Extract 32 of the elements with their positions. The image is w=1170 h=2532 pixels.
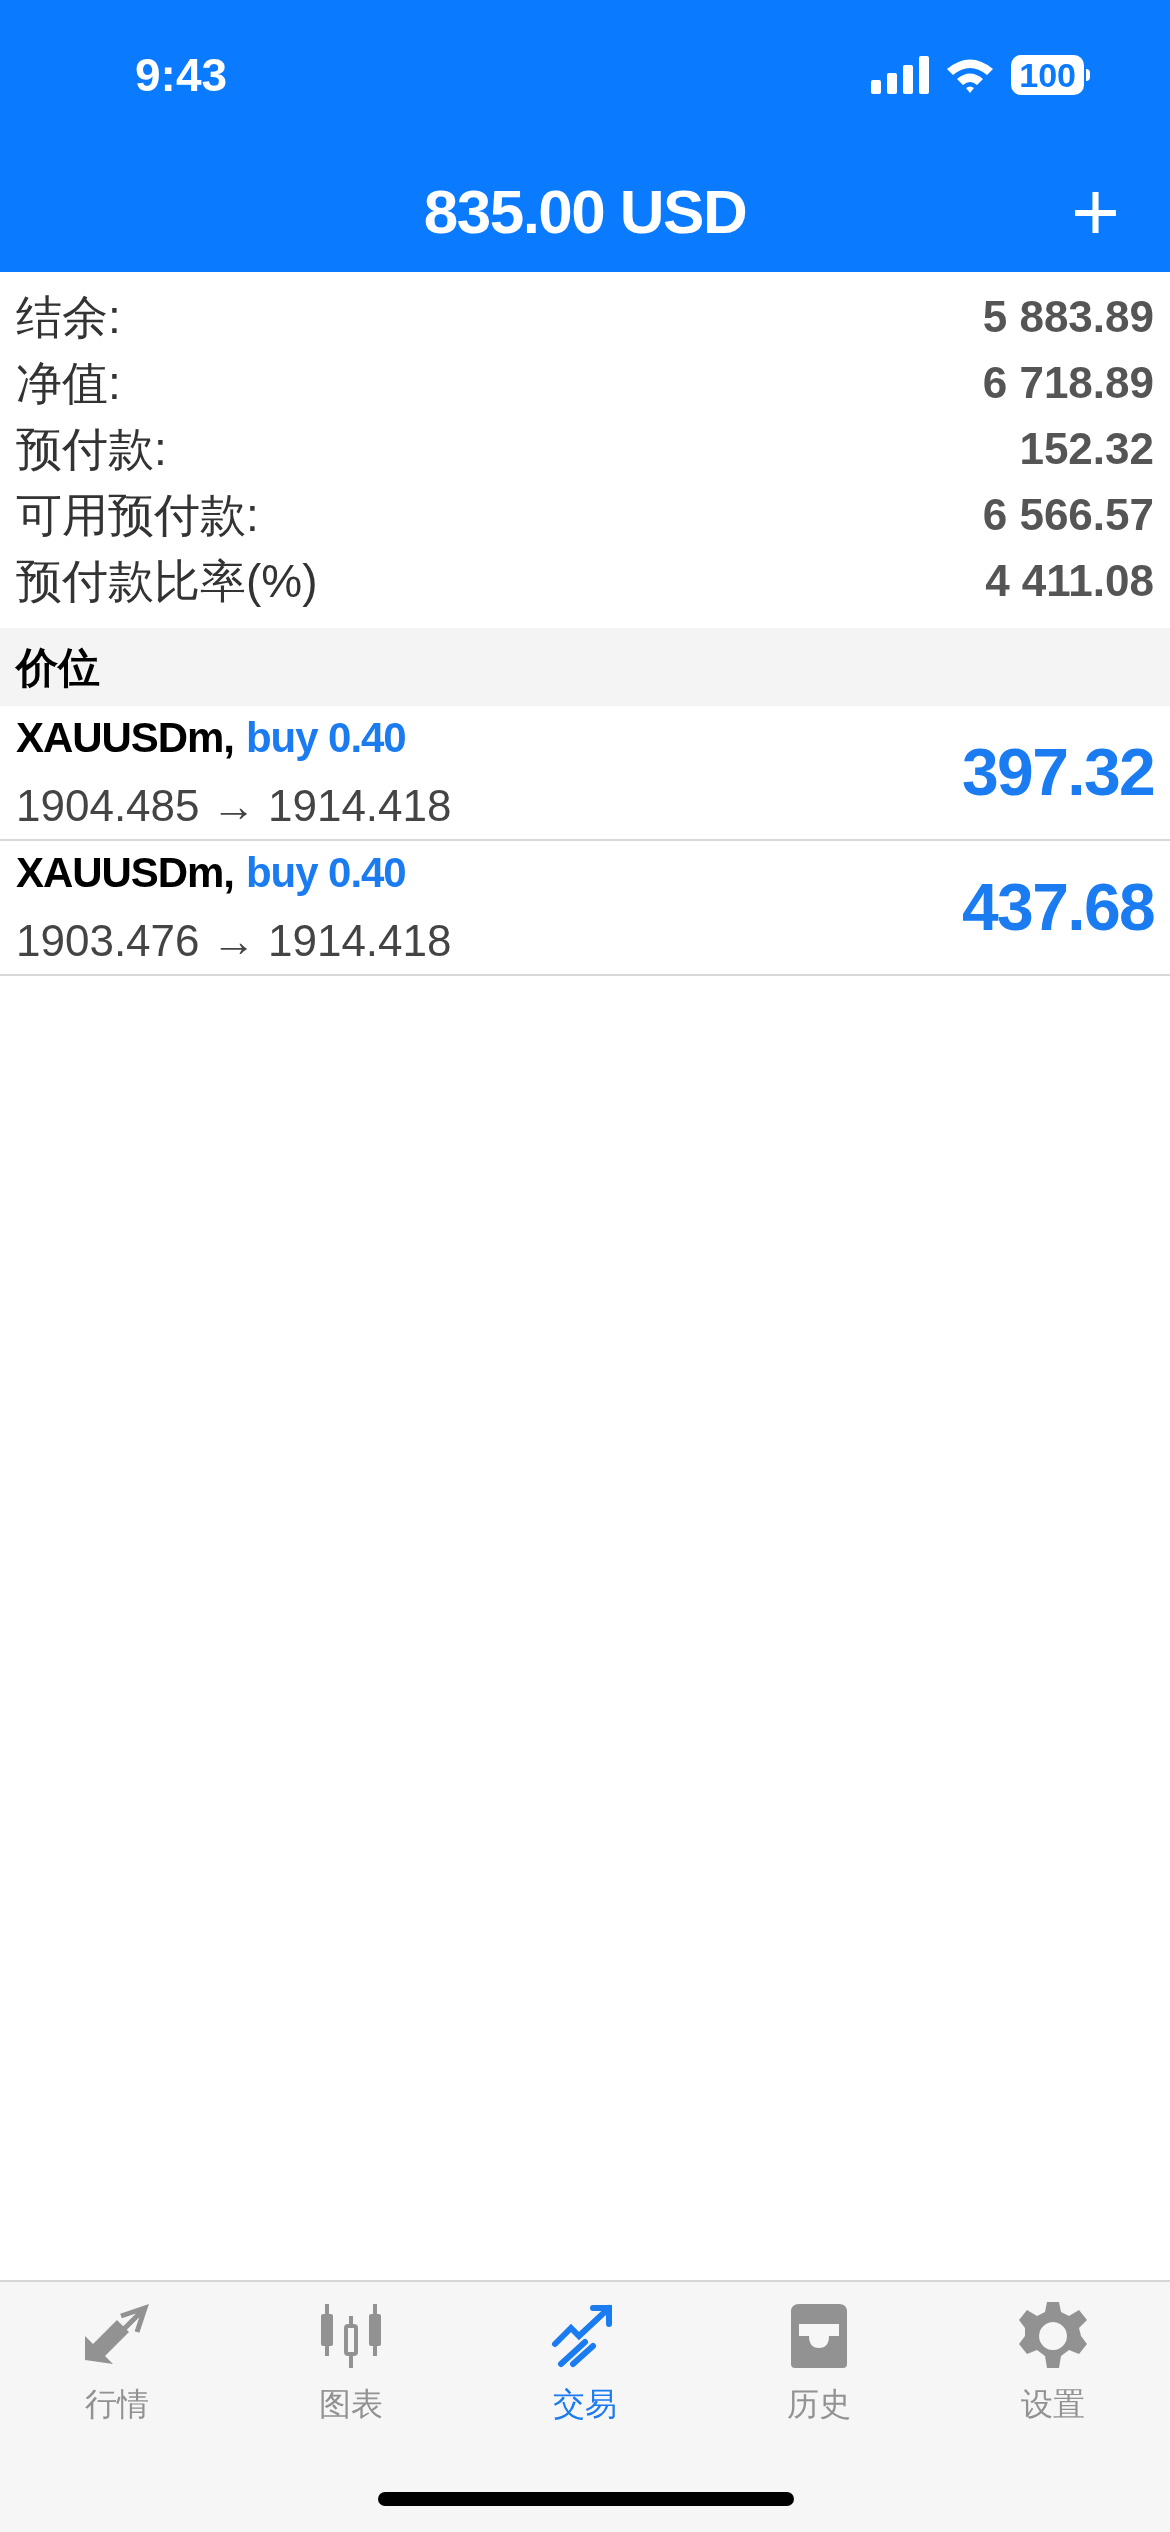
summary-label: 结余: (16, 289, 121, 345)
tab-item[interactable]: 图表 (234, 2296, 468, 2428)
section-title: 价位 (16, 642, 100, 693)
tab-item[interactable]: 设置 (936, 2296, 1170, 2428)
tab-item[interactable]: 行情 (0, 2296, 234, 2428)
position-prices: 1903.476 → 1914.418 (16, 915, 452, 967)
battery-tip-icon (1086, 69, 1090, 81)
position-profit: 437.68 (962, 869, 1154, 946)
summary-label: 净值: (16, 355, 121, 411)
summary-value: 6 566.57 (982, 489, 1154, 541)
summary-label: 预付款: (16, 421, 167, 477)
summary-value: 5 883.89 (982, 291, 1154, 343)
summary-value: 152.32 (1019, 423, 1154, 475)
tab-item[interactable]: 交易 (468, 2296, 702, 2428)
battery-level: 100 (1011, 55, 1084, 95)
position-profit: 397.32 (962, 734, 1154, 811)
summary-value: 6 718.89 (982, 357, 1154, 409)
balance-title: 835.00 USD (423, 175, 747, 248)
position-symbol: XAUUSDm, (16, 713, 234, 763)
position-row[interactable]: XAUUSDm, buy 0.40 1904.485 → 1914.418 397.32 (0, 706, 1170, 841)
summary-label: 预付款比率(%) (16, 553, 318, 609)
add-button[interactable]: + (1070, 169, 1120, 253)
position-row[interactable]: XAUUSDm, buy 0.40 1903.476 → 1914.418 437.68 (0, 841, 1170, 976)
signal-icon (871, 56, 930, 94)
status-time: 9:43 (135, 47, 228, 103)
position-prices: 1904.485 → 1914.418 (16, 780, 452, 832)
position-side: buy 0.40 (245, 713, 406, 763)
position-side: buy 0.40 (245, 848, 406, 898)
position-symbol: XAUUSDm, (16, 848, 234, 898)
tab-item[interactable]: 历史 (702, 2296, 936, 2428)
summary-value: 4 411.08 (985, 555, 1154, 607)
summary-label: 可用预付款: (16, 487, 259, 543)
